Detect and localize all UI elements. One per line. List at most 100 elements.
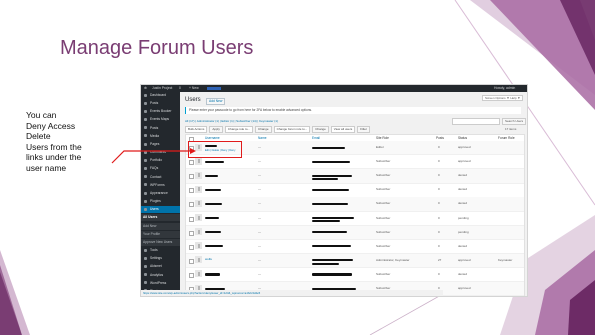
sidebar-item-label: WPForms xyxy=(150,182,165,187)
sidebar-item[interactable]: Comments xyxy=(141,149,180,156)
redacted-email[interactable] xyxy=(312,273,352,276)
row-checkbox[interactable] xyxy=(189,272,194,278)
pin-icon xyxy=(144,101,147,105)
admin-notice: Please enter your passcode to go from he… xyxy=(185,107,521,114)
row-checkbox[interactable] xyxy=(189,244,194,250)
forum-role-select[interactable]: Change forum role to... xyxy=(273,125,311,133)
sidebar-item-label: Posts xyxy=(150,101,159,106)
submenu-item[interactable]: All Users xyxy=(141,214,180,222)
sidebar-item[interactable]: Contact xyxy=(141,174,180,181)
site-name-link[interactable]: Justin Project xyxy=(152,85,172,92)
redacted-username[interactable] xyxy=(205,188,221,191)
redacted-email-line xyxy=(312,262,339,265)
sidebar-item[interactable]: WordPress xyxy=(141,280,180,287)
new-content-link[interactable]: + New xyxy=(189,85,199,92)
admin-bar: ⊕ Justin Project 0 + New Howdy, admin xyxy=(141,85,527,92)
row-checkbox[interactable] xyxy=(189,188,194,194)
submenu-item[interactable]: Approve New Users xyxy=(141,238,180,246)
comments-counter[interactable]: 0 xyxy=(179,85,181,92)
redacted-username[interactable] xyxy=(205,202,222,206)
view-filter-select[interactable]: View all users xyxy=(330,125,356,133)
sidebar-item[interactable]: Portfolio xyxy=(141,157,180,164)
sidebar-item[interactable]: Posts xyxy=(141,125,180,132)
site-role-cell: Administrator, Keymaster xyxy=(376,257,410,262)
search-users-button[interactable]: Search Users xyxy=(502,118,527,125)
row-checkbox[interactable] xyxy=(189,230,194,236)
status-cell: denied xyxy=(458,187,468,192)
sidebar-item[interactable]: Akismet xyxy=(141,263,180,270)
redacted-email[interactable] xyxy=(312,259,353,262)
redacted-username[interactable] xyxy=(205,273,220,276)
sidebar-item[interactable]: Posts xyxy=(141,100,180,107)
site-role-cell: Subscriber xyxy=(376,187,391,192)
username-link[interactable]: wolfe xyxy=(205,254,212,264)
sidebar-item[interactable]: Events Booker xyxy=(141,108,180,115)
posts-count-cell: 0 xyxy=(438,271,440,276)
sidebar-item[interactable]: Media xyxy=(141,133,180,140)
sidebar-item[interactable]: Settings xyxy=(141,255,180,262)
avatar xyxy=(195,171,202,179)
users-page: Users Add New Screen Options ▼ Help ▼ Pl… xyxy=(180,92,527,296)
row-checkbox[interactable] xyxy=(189,258,194,264)
screen-options-button[interactable]: Screen Options ▼ Help ▼ xyxy=(482,95,524,101)
forum-role-cell: Keymaster xyxy=(498,257,513,262)
row-checkbox[interactable] xyxy=(189,202,194,208)
sidebar-item[interactable]: Analytics xyxy=(141,272,180,279)
sidebar-item[interactable]: FAQs xyxy=(141,165,180,172)
redacted-email[interactable] xyxy=(312,202,348,206)
change-forum-role-button[interactable]: Change xyxy=(312,125,329,133)
redacted-email[interactable] xyxy=(312,188,349,191)
sidebar-item[interactable]: Pages xyxy=(141,141,180,148)
redacted-email[interactable] xyxy=(312,231,347,234)
search-input[interactable] xyxy=(452,118,500,125)
wp-logo-icon[interactable]: ⊕ xyxy=(144,85,147,92)
user-name-cell: — xyxy=(258,257,261,262)
row-checkbox[interactable] xyxy=(189,216,194,222)
row-checkbox[interactable] xyxy=(189,160,194,166)
sidebar-item[interactable]: Dashboard xyxy=(141,92,180,99)
avatar xyxy=(195,214,202,221)
sidebar-item[interactable]: Users xyxy=(141,206,180,214)
plugin-icon xyxy=(144,199,147,203)
avatar xyxy=(195,185,202,193)
redacted-username[interactable] xyxy=(205,245,223,248)
sidebar-item[interactable]: Plugins xyxy=(141,198,180,205)
posts-count-cell: 0 xyxy=(438,243,440,248)
submenu-item[interactable]: Add New xyxy=(141,222,180,230)
submenu-item[interactable]: Your Profile xyxy=(141,230,180,238)
redacted-username[interactable] xyxy=(205,174,218,177)
table-row: — Subscriber 0 pending xyxy=(186,225,524,240)
redacted-username[interactable] xyxy=(205,231,221,234)
sidebar-item[interactable]: Appearance xyxy=(141,190,180,197)
sidebar-item-label: FAQs xyxy=(150,166,159,171)
sidebar-item[interactable]: WPForms xyxy=(141,182,180,189)
change-role-button[interactable]: Change xyxy=(255,125,272,133)
redacted-email[interactable] xyxy=(312,217,354,220)
add-new-button[interactable]: Add New xyxy=(206,98,226,105)
avatar xyxy=(195,199,202,207)
portfolio-icon xyxy=(144,158,147,162)
apply-button[interactable]: Apply xyxy=(209,125,223,133)
status-cell: approved xyxy=(458,286,471,290)
redacted-email[interactable] xyxy=(312,245,351,248)
redacted-username[interactable] xyxy=(205,160,224,163)
role-filter-links[interactable]: All (17) | Administrator (1) | Editor (1… xyxy=(185,119,278,123)
redacted-email[interactable] xyxy=(312,174,352,177)
sidebar-item[interactable]: Tools xyxy=(141,247,180,254)
bulk-actions-select[interactable]: Bulk Actions xyxy=(185,125,208,133)
sidebar-item-label: Your Profile xyxy=(143,231,160,236)
redacted-email[interactable] xyxy=(312,146,345,149)
sidebar-item[interactable]: Events Maps xyxy=(141,116,180,123)
settings-icon xyxy=(144,256,147,260)
howdy-account[interactable]: Howdy, admin xyxy=(494,85,515,92)
redacted-email[interactable] xyxy=(312,160,350,163)
filter-button[interactable]: Filter xyxy=(357,125,370,133)
redacted-username[interactable] xyxy=(205,217,219,220)
row-actions-highlight xyxy=(188,141,242,158)
note-line: user name xyxy=(26,162,67,173)
instruction-note: You can Deny Access Delete Users from th… xyxy=(26,110,82,174)
row-checkbox[interactable] xyxy=(189,174,194,180)
site-role-cell: Editor xyxy=(376,145,384,149)
posts-count-cell: 0 xyxy=(438,159,440,164)
change-role-select[interactable]: Change role to... xyxy=(224,125,254,133)
